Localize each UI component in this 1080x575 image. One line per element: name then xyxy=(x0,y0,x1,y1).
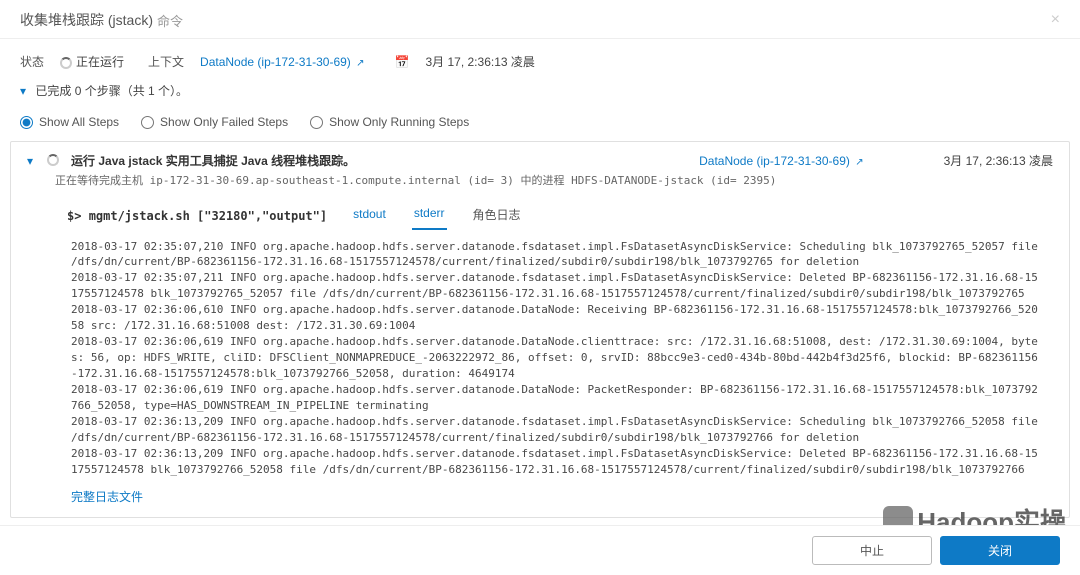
progress-text: 已完成 0 个步骤（共 1 个）。 xyxy=(35,84,188,98)
step-container: ▾ 运行 Java jstack 实用工具捕捉 Java 线程堆栈跟踪。 Dat… xyxy=(10,141,1070,518)
context-label: 上下文 xyxy=(148,53,184,70)
radio-show-all[interactable]: Show All Steps xyxy=(20,115,119,129)
step-title: 运行 Java jstack 实用工具捕捉 Java 线程堆栈跟踪。 xyxy=(71,152,355,169)
spinner-icon xyxy=(60,57,72,69)
radio-show-failed[interactable]: Show Only Failed Steps xyxy=(141,115,288,129)
radio-show-running[interactable]: Show Only Running Steps xyxy=(310,115,469,129)
close-icon[interactable]: × xyxy=(1051,11,1060,29)
abort-button[interactable]: 中止 xyxy=(812,536,932,565)
step-time: 3月 17, 2:36:13 凌晨 xyxy=(944,152,1053,169)
modal-title: 收集堆栈跟踪 (jstack) xyxy=(20,10,153,30)
close-button[interactable]: 关闭 xyxy=(940,536,1060,565)
step-description: 正在等待完成主机 ip-172-31-30-69.ap-southeast-1.… xyxy=(39,173,1069,196)
full-log-link[interactable]: 完整日志文件 xyxy=(71,490,143,504)
status-value: 正在运行 xyxy=(76,55,124,69)
tab-role-log[interactable]: 角色日志 xyxy=(471,202,523,231)
modal-subtitle: 命令 xyxy=(157,11,183,30)
step-datanode-link[interactable]: DataNode (ip-172-31-30-69) ↗ xyxy=(699,154,863,168)
tab-stdout[interactable]: stdout xyxy=(351,203,388,229)
command-text: $> mgmt/jstack.sh ["32180","output"] xyxy=(67,209,327,223)
context-link[interactable]: DataNode (ip-172-31-30-69) ↗ xyxy=(200,55,364,69)
calendar-icon: 📅 xyxy=(395,55,410,69)
external-link-icon: ↗ xyxy=(855,157,863,168)
external-link-icon: ↗ xyxy=(356,58,364,69)
chevron-down-icon[interactable]: ▾ xyxy=(20,84,26,98)
chevron-down-icon[interactable]: ▾ xyxy=(27,154,33,168)
log-output: 2018-03-17 02:35:07,210 INFO org.apache.… xyxy=(71,239,1041,478)
spinner-icon xyxy=(47,154,59,166)
status-label: 状态 xyxy=(20,53,44,70)
status-time: 3月 17, 2:36:13 凌晨 xyxy=(425,53,534,70)
tab-stderr[interactable]: stderr xyxy=(412,202,447,230)
